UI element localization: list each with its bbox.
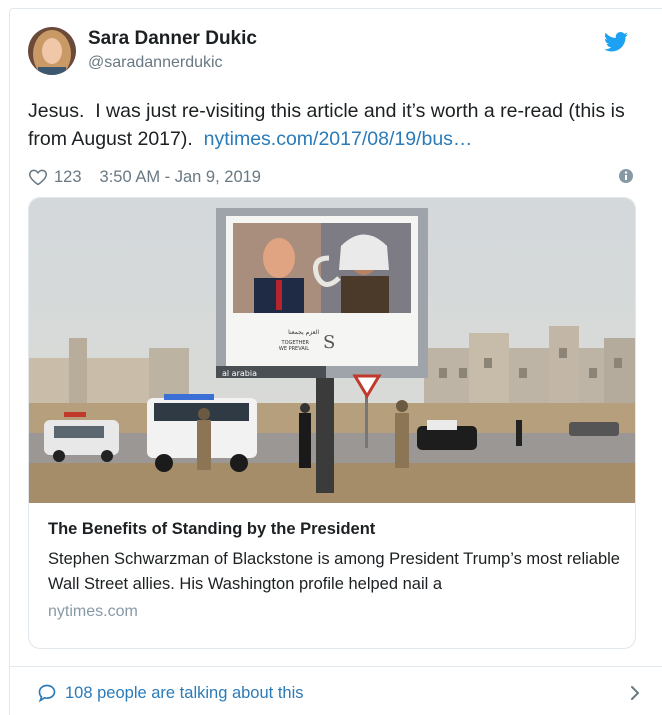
chevron-right-icon[interactable]	[627, 684, 643, 702]
svg-text:S: S	[323, 332, 335, 353]
twitter-bird-icon[interactable]	[604, 32, 628, 52]
tweet-text: Jesus. I was just re-visiting this artic…	[28, 97, 638, 153]
preview-title[interactable]: The Benefits of Standing by the Presiden…	[48, 520, 375, 539]
tweet-link[interactable]: nytimes.com/2017/08/19/bus…	[204, 128, 473, 150]
billboard-sponsor: al arabia	[222, 369, 257, 378]
info-icon[interactable]	[618, 168, 634, 184]
heart-icon[interactable]	[28, 167, 48, 187]
author-name[interactable]: Sara Danner Dukic	[88, 28, 257, 50]
billboard-arabic: العزم يجمعنا	[288, 329, 319, 336]
speech-bubble-icon	[38, 684, 56, 703]
tweet-timestamp[interactable]: 3:50 AM - Jan 9, 2019	[100, 168, 261, 187]
author-handle[interactable]: @saradannerdukic	[88, 53, 223, 73]
author-avatar[interactable]	[28, 27, 76, 75]
talking-link[interactable]: 108 people are talking about this	[37, 683, 304, 703]
like-count[interactable]: 123	[54, 168, 82, 187]
avatar-image	[28, 27, 76, 75]
tweet-meta: 123 3:50 AM - Jan 9, 2019	[28, 166, 261, 188]
preview-description: Stephen Schwarzman of Blackstone is amon…	[48, 550, 620, 593]
talking-text: 108 people are talking about this	[65, 683, 304, 702]
link-preview-card[interactable]: العزم يجمعنا TOGETHER WE PREVAIL S al ar…	[28, 197, 636, 649]
footer-divider	[9, 666, 662, 667]
article-photo: العزم يجمعنا TOGETHER WE PREVAIL S al ar…	[29, 198, 635, 503]
preview-domain: nytimes.com	[48, 603, 138, 620]
billboard-line2: WE PREVAIL	[279, 346, 309, 352]
